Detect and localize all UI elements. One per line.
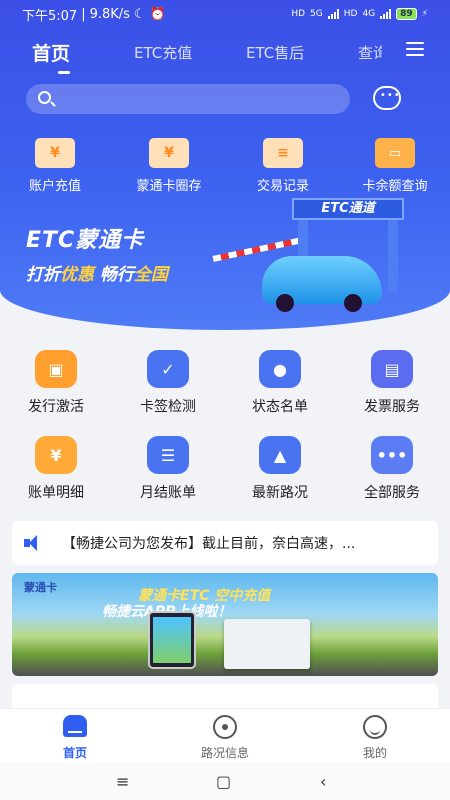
network-speed: 9.8K/s [89, 6, 130, 22]
active-tab-indicator [58, 71, 70, 74]
wallet-card-icon: ¥ [35, 138, 75, 168]
home-icon [63, 715, 87, 737]
wallet-icon: ▭ [375, 138, 415, 168]
quick-card-deposit[interactable]: ¥ 蒙通卡圈存 [114, 138, 224, 194]
alarm-icon: ⏰ [149, 6, 166, 22]
monthly-bill-icon: ☰ [147, 436, 189, 474]
tab-etc-recharge[interactable]: ETC充值 [134, 42, 192, 63]
menu-icon[interactable] [406, 42, 424, 56]
card-deposit-icon: ¥ [149, 138, 189, 168]
notice-bar[interactable]: 【畅捷公司为您发布】截止目前，奈白高速，... [12, 521, 438, 565]
service-activation[interactable]: ▣ 发行激活 [6, 350, 106, 416]
notice-text: 【畅捷公司为您发布】截止目前，奈白高速，... [62, 536, 356, 552]
back-icon[interactable]: ‹ [320, 772, 326, 791]
banner-subtitle: 打折优惠 畅行全国 [26, 265, 168, 285]
hd-badge-2: HD [343, 9, 358, 19]
hd-badge: HD [291, 9, 306, 19]
card-illustration [224, 619, 310, 669]
search-icon [38, 91, 51, 104]
system-nav-bar: ≡ ▢ ‹ [0, 762, 450, 800]
quick-transaction-record[interactable]: ≡ 交易记录 [228, 138, 338, 194]
tab-etc-aftersale[interactable]: ETC售后 [246, 42, 304, 63]
recent-apps-icon[interactable]: ≡ [116, 772, 129, 791]
service-card-check[interactable]: ✓ 卡签检测 [118, 350, 218, 416]
bottom-tab-road-info[interactable]: 路况信息 [170, 715, 280, 761]
more-icon: ••• [371, 436, 413, 474]
bottom-tab-home[interactable]: 首页 [20, 715, 130, 761]
search-input[interactable] [64, 89, 334, 109]
network-type-2: 4G [362, 9, 376, 19]
top-tabs: 首页 ETC充值 ETC售后 查询 [0, 34, 450, 70]
quick-actions: ¥ 账户充值 ¥ 蒙通卡圈存 ≡ 交易记录 ▭ 卡余额查询 [0, 138, 450, 198]
service-road-status[interactable]: ▲ 最新路况 [230, 436, 330, 502]
service-grid: ▣ 发行激活 ✓ 卡签检测 ● 状态名单 ▤ 发票服务 ¥ 账单明细 ☰ 月结账… [0, 344, 450, 514]
profile-icon [363, 715, 387, 739]
bottom-tab-mine[interactable]: 我的 [320, 715, 430, 761]
road-info-icon [213, 715, 237, 739]
hero-header: 下午5:07 | 9.8K/s ☾ ⏰ HD 5G HD 4G 89 ⚡ 首页 … [0, 0, 450, 330]
service-all[interactable]: ••• 全部服务 [342, 436, 442, 502]
moon-icon: ☾ [133, 6, 146, 22]
service-status-list[interactable]: ● 状态名单 [230, 350, 330, 416]
user-status-icon: ● [259, 350, 301, 388]
road-icon: ▲ [259, 436, 301, 474]
signal-icon [327, 9, 339, 19]
gate-label: ETC通道 [292, 198, 404, 220]
tab-home[interactable]: 首页 [32, 39, 70, 66]
status-bar: 下午5:07 | 9.8K/s ☾ ⏰ HD 5G HD 4G 89 ⚡ [22, 6, 428, 24]
quick-account-recharge[interactable]: ¥ 账户充值 [0, 138, 110, 194]
quick-balance-query[interactable]: ▭ 卡余额查询 [340, 138, 450, 194]
invoice-icon: ▤ [371, 350, 413, 388]
yen-coin-icon: ¥ [35, 436, 77, 474]
battery-icon: 89 [396, 8, 417, 20]
signal-icon-2 [380, 9, 392, 19]
speaker-icon [24, 535, 44, 551]
clock: 下午5:07 [22, 8, 78, 24]
search-bar[interactable] [26, 84, 350, 114]
banner-title: ETC蒙通卡 [26, 228, 145, 253]
charging-icon: ⚡ [421, 9, 428, 19]
service-invoice[interactable]: ▤ 发票服务 [342, 350, 442, 416]
home-button-icon[interactable]: ▢ [216, 772, 231, 791]
phone-illustration [148, 611, 196, 669]
car-illustration [262, 256, 382, 312]
activation-icon: ▣ [35, 350, 77, 388]
receipt-icon: ≡ [263, 138, 303, 168]
banner-slogan[interactable]: ETC蒙通卡 打折优惠 畅行全国 [26, 222, 168, 285]
service-bill-detail[interactable]: ¥ 账单明细 [6, 436, 106, 502]
message-icon[interactable] [373, 86, 401, 110]
service-monthly-bill[interactable]: ☰ 月结账单 [118, 436, 218, 502]
shield-check-icon: ✓ [147, 350, 189, 388]
bottom-tabbar: 首页 路况信息 我的 [0, 708, 450, 762]
tab-query[interactable]: 查询 [358, 42, 382, 63]
network-type-1: 5G [310, 9, 323, 19]
promo-logo: 蒙通卡 [24, 581, 57, 594]
promo-banner[interactable]: 蒙通卡 蒙通卡ETC 空中充值 畅捷云APP上线啦！ [12, 573, 438, 676]
